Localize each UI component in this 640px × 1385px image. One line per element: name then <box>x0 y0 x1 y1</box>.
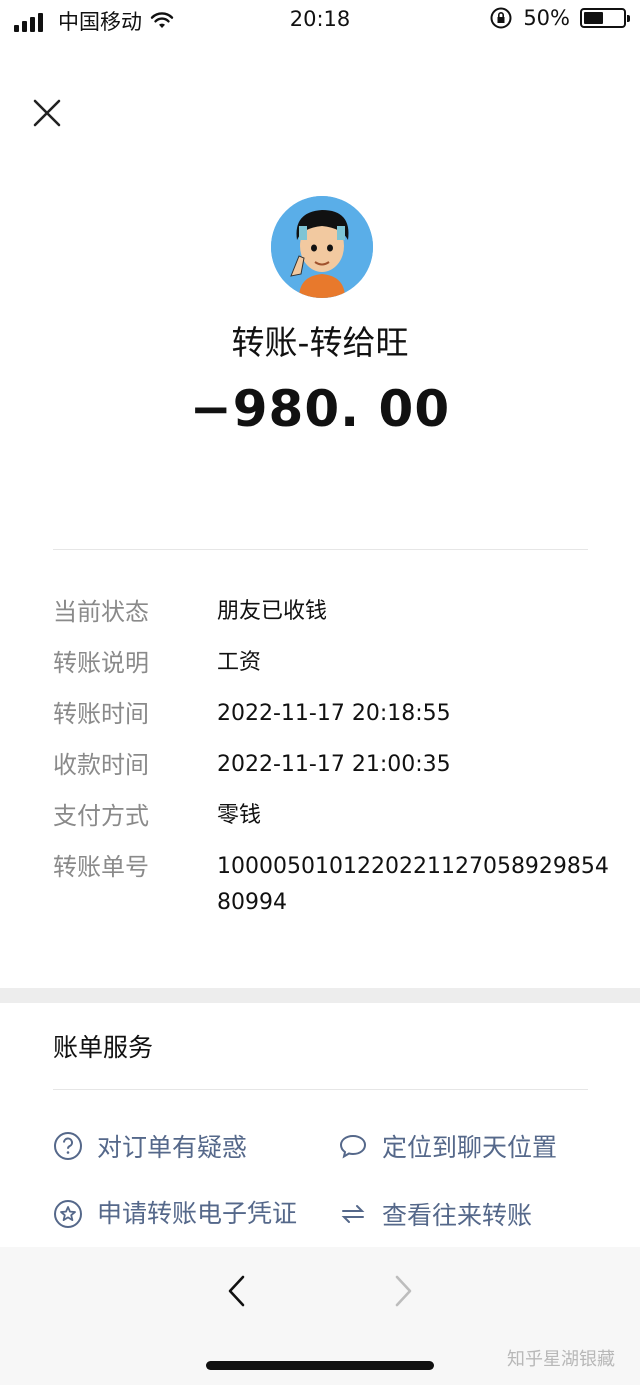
service-view-transfers[interactable]: 查看往来转账 <box>338 1196 532 1232</box>
service-label: 定位到聊天位置 <box>382 1133 558 1162</box>
service-locate-chat[interactable]: 定位到聊天位置 <box>338 1128 557 1164</box>
home-indicator[interactable] <box>206 1361 434 1370</box>
divider <box>53 1089 588 1090</box>
detail-value: 零钱 <box>217 803 262 828</box>
service-order-question[interactable]: 对订单有疑惑 <box>53 1128 247 1164</box>
detail-row-note: 转账说明 工资 <box>53 643 623 683</box>
transfer-amount: −980. 00 <box>189 380 451 438</box>
watermark: 知乎星湖银藏 <box>507 1349 615 1370</box>
detail-label: 转账时间 <box>53 700 149 728</box>
bottom-navigation-bar: 知乎星湖银藏 <box>0 1247 640 1385</box>
divider <box>53 549 588 550</box>
service-label: 申请转账电子凭证 <box>97 1199 298 1228</box>
battery-icon <box>580 8 630 28</box>
detail-label: 收款时间 <box>53 751 149 779</box>
bill-services-title: 账单服务 <box>53 1033 154 1062</box>
transfer-title: 转账-转给旺 <box>231 323 409 362</box>
question-circle-icon <box>54 1132 82 1160</box>
detail-label: 转账说明 <box>53 649 149 677</box>
detail-value: 工资 <box>217 650 262 675</box>
service-request-voucher[interactable]: 申请转账电子凭证 <box>53 1196 303 1232</box>
detail-value: 2022-11-17 20:18:55 <box>217 701 451 726</box>
battery-percent: 50% <box>523 6 570 30</box>
avatar <box>271 196 373 298</box>
detail-row-transfer-time: 转账时间 2022-11-17 20:18:55 <box>53 694 623 734</box>
service-label: 对订单有疑惑 <box>97 1133 248 1162</box>
detail-value: 100005010122022112705892985480994 <box>217 854 609 915</box>
status-bar: 中国移动 20:18 50% <box>0 0 640 40</box>
service-label: 查看往来转账 <box>382 1201 533 1230</box>
section-separator <box>0 988 640 1003</box>
detail-row-status: 当前状态 朋友已收钱 <box>53 592 623 632</box>
forward-arrow-icon[interactable] <box>388 1273 418 1309</box>
detail-label: 当前状态 <box>53 598 149 626</box>
chat-bubble-icon <box>339 1134 367 1159</box>
detail-row-payment-method: 支付方式 零钱 <box>53 796 623 836</box>
detail-row-receive-time: 收款时间 2022-11-17 21:00:35 <box>53 745 623 785</box>
detail-value: 2022-11-17 21:00:35 <box>217 752 451 777</box>
transfer-details: 当前状态 朋友已收钱 转账说明 工资 转账时间 2022-11-17 20:18… <box>53 592 623 921</box>
close-icon[interactable] <box>30 96 64 130</box>
swap-arrows-icon <box>341 1205 365 1223</box>
detail-label: 支付方式 <box>53 802 149 830</box>
back-arrow-icon[interactable] <box>222 1273 252 1309</box>
detail-label: 转账单号 <box>53 853 149 881</box>
detail-row-transfer-id: 转账单号 100005010122022112705892985480994 <box>53 847 623 921</box>
rotation-lock-icon <box>490 7 512 29</box>
detail-value: 朋友已收钱 <box>217 599 328 624</box>
star-circle-icon <box>54 1200 82 1228</box>
